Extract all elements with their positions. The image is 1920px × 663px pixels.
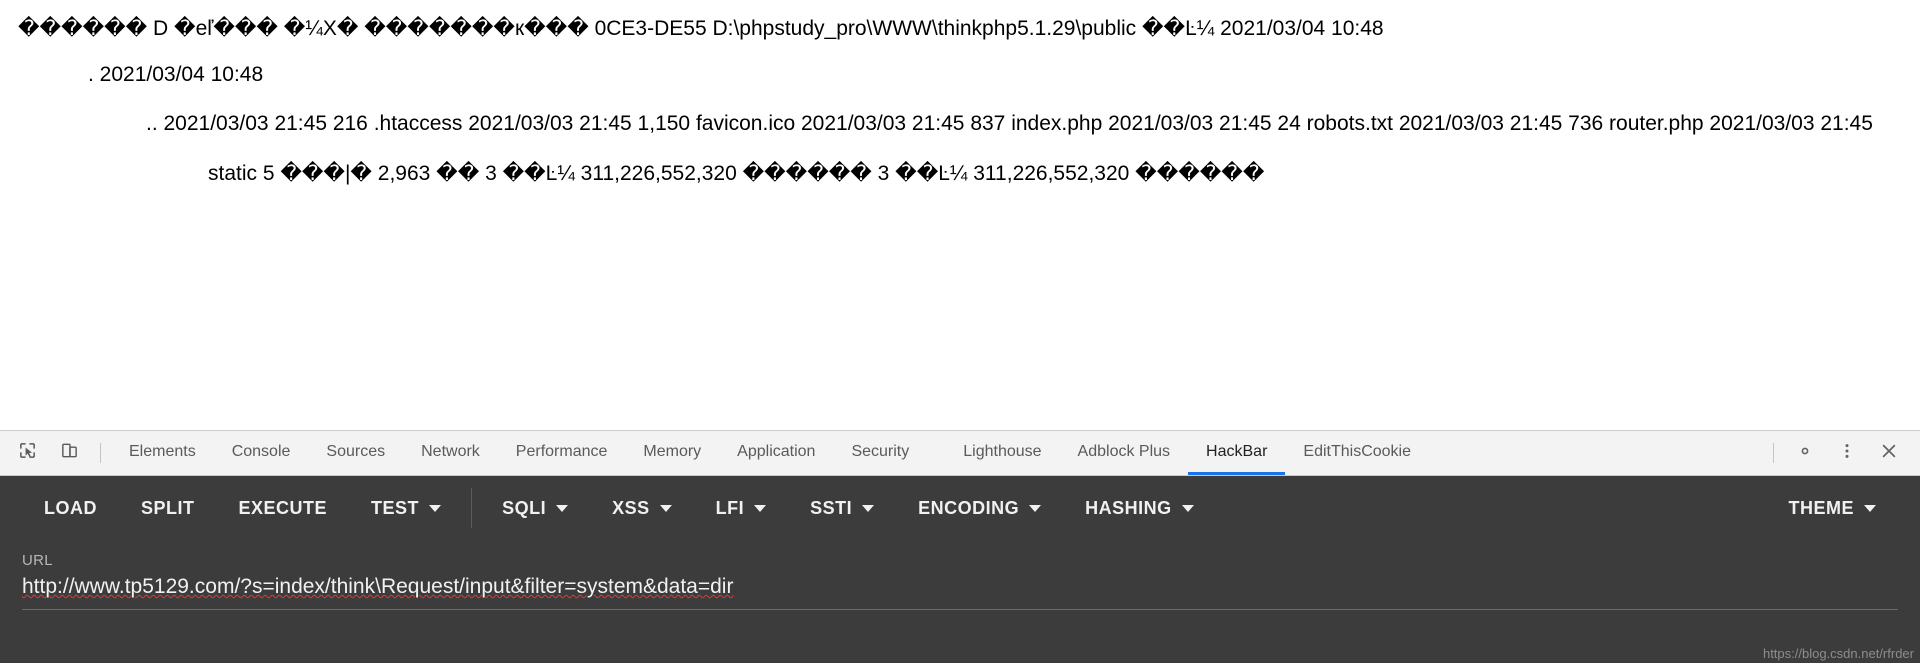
test-menu[interactable]: TEST: [349, 476, 463, 540]
chevron-down-icon: [1864, 504, 1876, 512]
hackbar-toolbar: LOAD SPLIT EXECUTE TEST SQLI XSS LFI SST…: [0, 476, 1920, 540]
sqli-menu[interactable]: SQLI: [480, 476, 590, 540]
tab-adblock-plus[interactable]: Adblock Plus: [1060, 431, 1189, 475]
xss-menu[interactable]: XSS: [590, 476, 694, 540]
tab-application[interactable]: Application: [719, 431, 833, 475]
execute-button-label: EXECUTE: [238, 497, 328, 518]
toggle-device-toolbar-button[interactable]: [48, 431, 90, 475]
tab-network-label: Network: [421, 442, 480, 460]
tab-memory[interactable]: Memory: [625, 431, 719, 475]
tab-hackbar[interactable]: HackBar: [1188, 431, 1286, 475]
split-button[interactable]: SPLIT: [119, 476, 217, 540]
tab-adblock-plus-label: Adblock Plus: [1077, 442, 1171, 460]
tab-lighthouse[interactable]: Lighthouse: [945, 431, 1059, 475]
tab-console[interactable]: Console: [214, 431, 309, 475]
watermark-text: https://blog.csdn.net/rfrder: [1762, 646, 1914, 661]
dir-output-line-volume: ������ D �eľ��� �¼X� �������к��� 0CE3-DE…: [18, 17, 1384, 40]
split-button-label: SPLIT: [141, 497, 195, 518]
devtools-tab-list: Elements Console Sources Network Perform…: [111, 431, 1763, 475]
tab-console-label: Console: [231, 442, 291, 460]
tab-lighthouse-label: Lighthouse: [963, 442, 1042, 460]
tab-editthiscookie[interactable]: EditThisCookie: [1285, 431, 1429, 475]
test-menu-label: TEST: [371, 497, 420, 518]
gear-icon: [1795, 441, 1815, 466]
hashing-menu-label: HASHING: [1085, 497, 1172, 518]
url-field-label: URL: [22, 552, 53, 569]
tab-elements[interactable]: Elements: [111, 431, 214, 475]
load-button-label: LOAD: [44, 497, 97, 518]
dir-output-line-files: .. 2021/03/03 21:45 216 .htaccess 2021/0…: [146, 111, 1873, 135]
load-button[interactable]: LOAD: [22, 476, 119, 540]
tab-application-label: Application: [737, 442, 816, 460]
page-content-area: ������ D �eľ��� �¼X� �������к��� 0CE3-DE…: [0, 0, 1920, 430]
theme-menu[interactable]: THEME: [1767, 476, 1899, 540]
close-icon: [1879, 441, 1899, 466]
ssti-menu-label: SSTI: [810, 497, 853, 518]
hackbar-body: URL http://www.tp5129.com/?s=index/think…: [0, 540, 1920, 663]
chevron-down-icon: [1029, 504, 1042, 512]
inspect-element-button[interactable]: [6, 431, 48, 475]
encoding-menu-label: ENCODING: [918, 497, 1020, 518]
chevron-down-icon: [429, 504, 442, 512]
dir-output-line-current: . 2021/03/04 10:48: [88, 63, 264, 87]
devtools-tabbar: Elements Console Sources Network Perform…: [0, 431, 1920, 476]
lfi-menu-label: LFI: [715, 497, 745, 518]
chevron-down-icon: [862, 504, 875, 512]
tab-sources-label: Sources: [326, 442, 386, 460]
execute-button[interactable]: EXECUTE: [217, 476, 350, 540]
chevron-down-icon: [1181, 504, 1194, 512]
lfi-menu[interactable]: LFI: [694, 476, 789, 540]
hackbar-divider: [471, 488, 473, 528]
tab-network[interactable]: Network: [403, 431, 498, 475]
more-options-button[interactable]: [1826, 431, 1868, 475]
devtools-actions: [1763, 431, 1920, 475]
device-toolbar-icon: [60, 441, 79, 465]
inspect-element-icon: [18, 441, 37, 465]
tab-memory-label: Memory: [643, 442, 702, 460]
actions-divider: [1773, 443, 1774, 463]
xss-menu-label: XSS: [612, 497, 650, 518]
tab-elements-label: Elements: [129, 442, 196, 460]
theme-menu-label: THEME: [1788, 497, 1854, 518]
tab-security-label: Security: [851, 442, 910, 460]
tab-hackbar-label: HackBar: [1206, 442, 1268, 460]
devtools-panel: Elements Console Sources Network Perform…: [0, 430, 1920, 663]
tab-performance[interactable]: Performance: [498, 431, 626, 475]
toolbar-divider: [100, 443, 101, 463]
tab-editthiscookie-label: EditThisCookie: [1303, 442, 1412, 460]
browser-window: ������ D �eľ��� �¼X� �������к��� 0CE3-DE…: [0, 0, 1920, 663]
encoding-menu[interactable]: ENCODING: [896, 476, 1063, 540]
url-input-value: http://www.tp5129.com/?s=index/think\Req…: [22, 575, 734, 598]
chevron-down-icon: [754, 504, 767, 512]
tab-sources[interactable]: Sources: [308, 431, 403, 475]
sqli-menu-label: SQLI: [502, 497, 547, 518]
chevron-down-icon: [659, 504, 672, 512]
dir-output-line-summary: static 5 ���|� 2,963 �� 3 ��Ŀ¼ 311,226,5…: [208, 162, 1265, 186]
close-devtools-button[interactable]: [1868, 431, 1910, 475]
chevron-down-icon: [556, 504, 569, 512]
hashing-menu[interactable]: HASHING: [1063, 476, 1216, 540]
hackbar-panel: LOAD SPLIT EXECUTE TEST SQLI XSS LFI SST…: [0, 476, 1920, 663]
tab-security[interactable]: Security: [833, 431, 927, 475]
tab-performance-label: Performance: [515, 442, 608, 460]
ssti-menu[interactable]: SSTI: [788, 476, 896, 540]
more-options-icon: [1837, 441, 1857, 466]
url-input[interactable]: http://www.tp5129.com/?s=index/think\Req…: [22, 575, 1898, 610]
settings-button[interactable]: [1784, 431, 1826, 475]
